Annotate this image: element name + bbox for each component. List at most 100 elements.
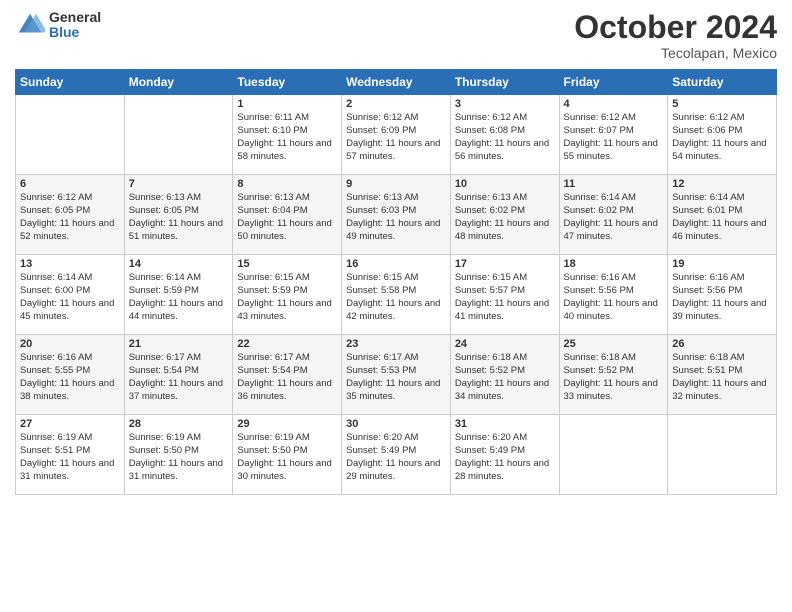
- day-info: Sunrise: 6:13 AMSunset: 6:05 PMDaylight:…: [129, 192, 229, 243]
- calendar-cell: 17 Sunrise: 6:15 AMSunset: 5:57 PMDayligh…: [450, 255, 559, 335]
- day-number: 15: [237, 258, 337, 270]
- day-number: 6: [20, 178, 120, 190]
- calendar-cell: 11 Sunrise: 6:14 AMSunset: 6:02 PMDayligh…: [559, 175, 668, 255]
- day-number: 19: [672, 258, 772, 270]
- calendar-cell: 1Sunrise: 6:11 AMSunset: 6:10 PMDaylight…: [233, 95, 342, 175]
- calendar-cell: 15 Sunrise: 6:15 AMSunset: 5:59 PMDayligh…: [233, 255, 342, 335]
- day-number: 7: [129, 178, 229, 190]
- day-info: Sunrise: 6:17 AMSunset: 5:54 PMDaylight:…: [129, 352, 229, 403]
- day-info: Sunrise: 6:14 AMSunset: 5:59 PMDaylight:…: [129, 272, 229, 323]
- day-number: 8: [237, 178, 337, 190]
- day-info: Sunrise: 6:11 AMSunset: 6:10 PMDaylight:…: [237, 112, 337, 163]
- day-info: Sunrise: 6:20 AMSunset: 5:49 PMDaylight:…: [346, 432, 446, 483]
- calendar-cell: 29Sunrise: 6:19 AMSunset: 5:50 PMDayligh…: [233, 415, 342, 495]
- day-info: Sunrise: 6:15 AMSunset: 5:57 PMDaylight:…: [455, 272, 555, 323]
- calendar-cell: 30 Sunrise: 6:20 AMSunset: 5:49 PMDayligh…: [342, 415, 451, 495]
- calendar-cell: 26 Sunrise: 6:18 AMSunset: 5:51 PMDayligh…: [668, 335, 777, 415]
- day-number: 5: [672, 98, 772, 110]
- day-number: 30: [346, 418, 446, 430]
- day-number: 23: [346, 338, 446, 350]
- day-number: 24: [455, 338, 555, 350]
- calendar-table: SundayMondayTuesdayWednesdayThursdayFrid…: [15, 69, 777, 495]
- calendar-header-row: SundayMondayTuesdayWednesdayThursdayFrid…: [16, 70, 777, 95]
- day-number: 28: [129, 418, 229, 430]
- day-number: 18: [564, 258, 664, 270]
- header-cell-saturday: Saturday: [668, 70, 777, 95]
- day-number: 20: [20, 338, 120, 350]
- day-info: Sunrise: 6:14 AMSunset: 6:01 PMDaylight:…: [672, 192, 772, 243]
- logo: General Blue: [15, 10, 101, 41]
- calendar-cell: 3Sunrise: 6:12 AMSunset: 6:08 PMDaylight…: [450, 95, 559, 175]
- day-info: Sunrise: 6:12 AMSunset: 6:08 PMDaylight:…: [455, 112, 555, 163]
- calendar-cell: 14 Sunrise: 6:14 AMSunset: 5:59 PMDayligh…: [124, 255, 233, 335]
- day-number: 13: [20, 258, 120, 270]
- logo-blue: Blue: [49, 25, 101, 40]
- day-number: 26: [672, 338, 772, 350]
- calendar-cell: 7 Sunrise: 6:13 AMSunset: 6:05 PMDaylight…: [124, 175, 233, 255]
- calendar-week-row: 13 Sunrise: 6:14 AMSunset: 6:00 PMDayligh…: [16, 255, 777, 335]
- calendar-cell: 4 Sunrise: 6:12 AMSunset: 6:07 PMDaylight…: [559, 95, 668, 175]
- calendar-cell: [559, 415, 668, 495]
- day-info: Sunrise: 6:20 AMSunset: 5:49 PMDaylight:…: [455, 432, 555, 483]
- calendar-cell: [668, 415, 777, 495]
- calendar-cell: 22Sunrise: 6:17 AMSunset: 5:54 PMDayligh…: [233, 335, 342, 415]
- location: Tecolapan, Mexico: [574, 45, 777, 61]
- page: General Blue October 2024 Tecolapan, Mex…: [0, 0, 792, 612]
- calendar-cell: 16 Sunrise: 6:15 AMSunset: 5:58 PMDayligh…: [342, 255, 451, 335]
- calendar-cell: 23Sunrise: 6:17 AMSunset: 5:53 PMDayligh…: [342, 335, 451, 415]
- calendar-cell: 19 Sunrise: 6:16 AMSunset: 5:56 PMDayligh…: [668, 255, 777, 335]
- day-number: 22: [237, 338, 337, 350]
- day-info: Sunrise: 6:18 AMSunset: 5:51 PMDaylight:…: [672, 352, 772, 403]
- calendar-cell: 2 Sunrise: 6:12 AMSunset: 6:09 PMDaylight…: [342, 95, 451, 175]
- day-number: 2: [346, 98, 446, 110]
- day-info: Sunrise: 6:12 AMSunset: 6:06 PMDaylight:…: [672, 112, 772, 163]
- calendar-cell: 31 Sunrise: 6:20 AMSunset: 5:49 PMDayligh…: [450, 415, 559, 495]
- day-info: Sunrise: 6:13 AMSunset: 6:02 PMDaylight:…: [455, 192, 555, 243]
- day-info: Sunrise: 6:18 AMSunset: 5:52 PMDaylight:…: [455, 352, 555, 403]
- logo-icon: [15, 10, 45, 40]
- day-info: Sunrise: 6:13 AMSunset: 6:03 PMDaylight:…: [346, 192, 446, 243]
- calendar-cell: [124, 95, 233, 175]
- day-info: Sunrise: 6:15 AMSunset: 5:58 PMDaylight:…: [346, 272, 446, 323]
- day-info: Sunrise: 6:19 AMSunset: 5:50 PMDaylight:…: [129, 432, 229, 483]
- month-title: October 2024: [574, 10, 777, 45]
- calendar-cell: 25 Sunrise: 6:18 AMSunset: 5:52 PMDayligh…: [559, 335, 668, 415]
- calendar-cell: 18 Sunrise: 6:16 AMSunset: 5:56 PMDayligh…: [559, 255, 668, 335]
- day-number: 12: [672, 178, 772, 190]
- day-number: 4: [564, 98, 664, 110]
- calendar-cell: 13 Sunrise: 6:14 AMSunset: 6:00 PMDayligh…: [16, 255, 125, 335]
- calendar-week-row: 6Sunrise: 6:12 AMSunset: 6:05 PMDaylight…: [16, 175, 777, 255]
- day-info: Sunrise: 6:12 AMSunset: 6:07 PMDaylight:…: [564, 112, 664, 163]
- day-number: 9: [346, 178, 446, 190]
- day-number: 16: [346, 258, 446, 270]
- header-cell-friday: Friday: [559, 70, 668, 95]
- logo-text: General Blue: [49, 10, 101, 41]
- day-number: 25: [564, 338, 664, 350]
- day-info: Sunrise: 6:19 AMSunset: 5:51 PMDaylight:…: [20, 432, 120, 483]
- day-info: Sunrise: 6:18 AMSunset: 5:52 PMDaylight:…: [564, 352, 664, 403]
- calendar-week-row: 27 Sunrise: 6:19 AMSunset: 5:51 PMDayligh…: [16, 415, 777, 495]
- day-number: 31: [455, 418, 555, 430]
- header: General Blue October 2024 Tecolapan, Mex…: [15, 10, 777, 61]
- title-block: October 2024 Tecolapan, Mexico: [574, 10, 777, 61]
- day-info: Sunrise: 6:16 AMSunset: 5:56 PMDaylight:…: [564, 272, 664, 323]
- calendar-cell: 21Sunrise: 6:17 AMSunset: 5:54 PMDayligh…: [124, 335, 233, 415]
- day-info: Sunrise: 6:16 AMSunset: 5:56 PMDaylight:…: [672, 272, 772, 323]
- logo-general: General: [49, 10, 101, 25]
- day-number: 27: [20, 418, 120, 430]
- day-number: 17: [455, 258, 555, 270]
- day-number: 14: [129, 258, 229, 270]
- calendar-cell: 10 Sunrise: 6:13 AMSunset: 6:02 PMDayligh…: [450, 175, 559, 255]
- calendar-cell: 20Sunrise: 6:16 AMSunset: 5:55 PMDayligh…: [16, 335, 125, 415]
- day-info: Sunrise: 6:15 AMSunset: 5:59 PMDaylight:…: [237, 272, 337, 323]
- day-info: Sunrise: 6:14 AMSunset: 6:00 PMDaylight:…: [20, 272, 120, 323]
- day-info: Sunrise: 6:12 AMSunset: 6:09 PMDaylight:…: [346, 112, 446, 163]
- calendar-week-row: 1Sunrise: 6:11 AMSunset: 6:10 PMDaylight…: [16, 95, 777, 175]
- day-number: 11: [564, 178, 664, 190]
- header-cell-sunday: Sunday: [16, 70, 125, 95]
- day-number: 29: [237, 418, 337, 430]
- header-cell-thursday: Thursday: [450, 70, 559, 95]
- day-info: Sunrise: 6:14 AMSunset: 6:02 PMDaylight:…: [564, 192, 664, 243]
- calendar-cell: 24 Sunrise: 6:18 AMSunset: 5:52 PMDayligh…: [450, 335, 559, 415]
- day-number: 10: [455, 178, 555, 190]
